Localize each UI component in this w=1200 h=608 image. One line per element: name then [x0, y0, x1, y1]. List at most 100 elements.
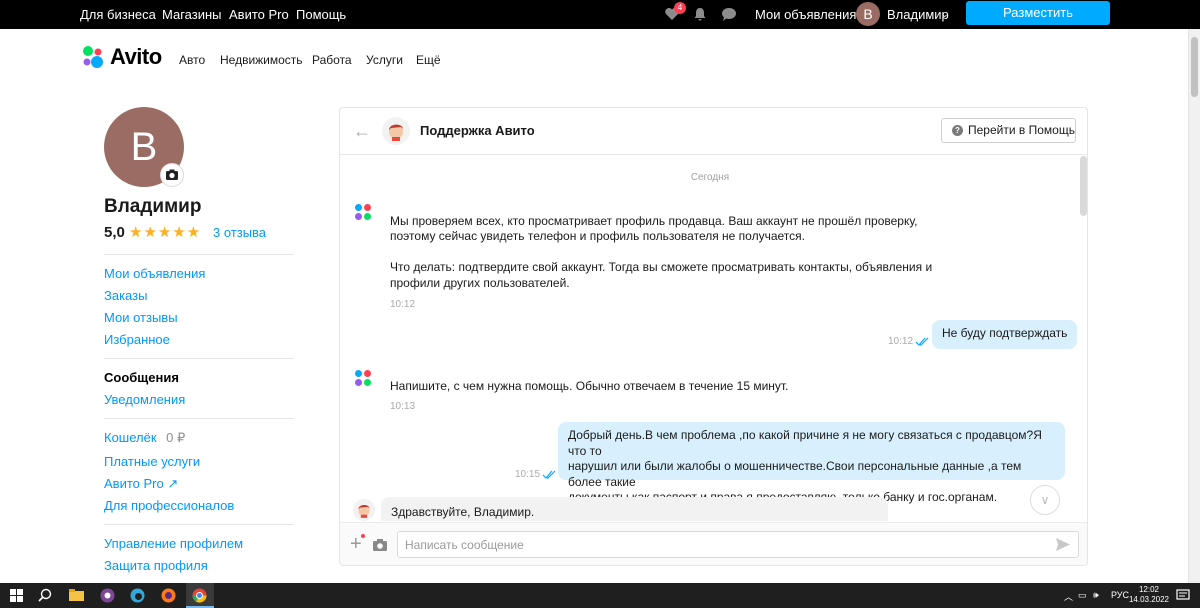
chat-header: ← Поддержка Авито ? Перейти в Помощь — [340, 108, 1087, 155]
sidebar-item-favorites[interactable]: Избранное — [104, 332, 170, 347]
help-button-label: Перейти в Помощь — [968, 123, 1075, 137]
message-line: нарушил или были жалобы о мошенничестве.… — [568, 459, 1022, 489]
double-check-icon — [542, 470, 556, 479]
clock-date: 14.03.2022 — [1128, 595, 1170, 604]
link-help[interactable]: Помощь — [296, 7, 346, 22]
message-bubble-outgoing: Не буду подтверждать — [932, 320, 1078, 349]
scroll-down-button[interactable]: ∨ — [1030, 485, 1060, 515]
avito-logo[interactable]: Avito — [80, 44, 162, 70]
chevron-down-icon: ∨ — [1040, 493, 1050, 507]
sidebar-item-orders[interactable]: Заказы — [104, 288, 147, 303]
page-scrollbar[interactable] — [1188, 29, 1200, 583]
messages-area[interactable]: Сегодня Мы проверяем всех, кто просматри… — [340, 156, 1087, 521]
tor-browser-icon[interactable] — [99, 587, 116, 604]
back-arrow-icon[interactable]: ← — [353, 121, 371, 142]
reviews-link[interactable]: 3 отзыва — [213, 225, 266, 240]
message-bubble-incoming: Здравствуйте, Владимир. — [381, 497, 888, 521]
avito-pro-label: Авито Pro — [104, 476, 164, 491]
message-input[interactable] — [397, 531, 1079, 558]
windows-start-icon[interactable] — [8, 587, 25, 604]
nav-services[interactable]: Услуги — [366, 53, 403, 67]
message-time: 10:13 — [390, 401, 416, 412]
rating-stars: ★★★★★ — [129, 224, 202, 241]
edge-icon[interactable] — [129, 587, 146, 604]
user-avatar[interactable]: В — [856, 2, 880, 26]
sidebar-item-profile-protection[interactable]: Защита профиля — [104, 558, 208, 573]
message-text: профили других пользователей. — [390, 276, 570, 290]
question-icon: ? — [952, 125, 963, 136]
user-menu[interactable]: Владимир — [887, 7, 949, 22]
message-line: Добрый день.В чем проблема ,по какой при… — [568, 428, 1042, 458]
active-taskbar-app[interactable] — [186, 583, 214, 608]
change-photo-button[interactable] — [160, 163, 184, 187]
chat-title: Поддержка Авито — [420, 123, 535, 138]
nav-more[interactable]: Ещё — [416, 53, 441, 67]
chat-bubble-icon[interactable] — [721, 6, 737, 22]
profile-name: Владимир — [104, 196, 202, 217]
link-shops[interactable]: Магазины — [162, 7, 222, 22]
message-text: Мы проверяем всех, кто просматривает про… — [390, 214, 918, 228]
divider — [104, 254, 294, 255]
search-icon[interactable] — [37, 587, 54, 604]
composer: + — [340, 522, 1087, 565]
wallet-label: Кошелёк — [104, 430, 157, 445]
camera-icon — [166, 169, 178, 180]
rating-value: 5,0 — [104, 224, 125, 241]
avito-bot-icon — [354, 203, 372, 221]
message-text: поэтому сейчас увидеть телефон и профиль… — [390, 229, 805, 243]
notifications-icon[interactable] — [1176, 588, 1190, 602]
message-time: 10:12 — [888, 336, 914, 347]
top-bar: Для бизнеса Магазины Авито Pro Помощь 4 … — [0, 0, 1200, 44]
language-indicator[interactable]: РУС — [1111, 590, 1129, 600]
message-text: Напишите, с чем нужна помощь. Обычно отв… — [390, 379, 789, 393]
sidebar-item-for-pros[interactable]: Для профессионалов — [104, 498, 234, 513]
camera-icon[interactable] — [373, 539, 387, 551]
chevron-down-icon[interactable]: ⌄ — [941, 9, 949, 20]
tray-chevron-icon[interactable]: ︿ — [1064, 590, 1073, 603]
double-check-icon — [915, 337, 929, 346]
link-avito-pro[interactable]: Авито Pro — [229, 7, 289, 22]
divider — [104, 418, 294, 419]
support-avatar — [353, 499, 375, 521]
firefox-icon[interactable] — [160, 587, 177, 604]
taskbar: ︿ ▭ 🕪 РУС 12:02 14.03.2022 — [0, 583, 1200, 608]
wallet-amount: 0 ₽ — [166, 430, 186, 445]
bell-icon[interactable] — [692, 6, 708, 22]
message-bubble-outgoing: Добрый день.В чем проблема ,по какой при… — [558, 422, 1065, 504]
chrome-icon — [192, 588, 207, 603]
clock[interactable]: 12:02 14.03.2022 — [1128, 585, 1170, 605]
favorites-badge: 4 — [674, 2, 686, 14]
chat-scrollbar[interactable] — [1080, 156, 1087, 521]
sidebar-item-my-reviews[interactable]: Мои отзывы — [104, 310, 178, 325]
nav-realty[interactable]: Недвижимость — [220, 53, 303, 67]
message-time: 10:15 — [515, 469, 541, 480]
volume-icon[interactable]: 🕪 — [1093, 590, 1099, 601]
link-for-business[interactable]: Для бизнеса — [80, 7, 156, 22]
file-explorer-icon[interactable] — [68, 587, 85, 604]
support-avatar — [382, 117, 410, 145]
divider — [104, 524, 294, 525]
nav-jobs[interactable]: Работа — [312, 53, 352, 67]
message-text: Что делать: подтвердите свой аккаунт. То… — [390, 260, 933, 274]
logo-text: Avito — [110, 44, 162, 69]
my-ads-link[interactable]: Мои объявления — [755, 7, 856, 22]
nav-auto[interactable]: Авто — [179, 53, 205, 67]
network-icon[interactable]: ▭ — [1078, 590, 1087, 601]
notification-dot — [361, 534, 365, 538]
plus-icon[interactable]: + — [350, 534, 362, 554]
sidebar-item-notifications[interactable]: Уведомления — [104, 392, 185, 407]
avito-logo-icon — [83, 46, 103, 68]
support-agent-icon — [389, 124, 403, 141]
sidebar-item-paid-services[interactable]: Платные услуги — [104, 454, 200, 469]
sidebar-item-avito-pro[interactable]: Авито Pro ↗ — [104, 476, 178, 492]
avito-bot-icon — [354, 369, 372, 387]
go-to-help-button[interactable]: ? Перейти в Помощь — [941, 118, 1076, 143]
sidebar-item-wallet[interactable]: Кошелёк 0 ₽ — [104, 430, 185, 446]
post-ad-button[interactable]: Разместить объявление — [966, 1, 1110, 44]
sidebar-item-my-ads[interactable]: Мои объявления — [104, 266, 205, 281]
send-icon[interactable] — [1056, 538, 1070, 551]
chat-panel: ← Поддержка Авито ? Перейти в Помощь Сег… — [339, 107, 1088, 566]
sidebar-item-profile-management[interactable]: Управление профилем — [104, 536, 243, 551]
message-time: 10:12 — [390, 299, 416, 310]
sidebar-item-messages[interactable]: Сообщения — [104, 370, 179, 385]
